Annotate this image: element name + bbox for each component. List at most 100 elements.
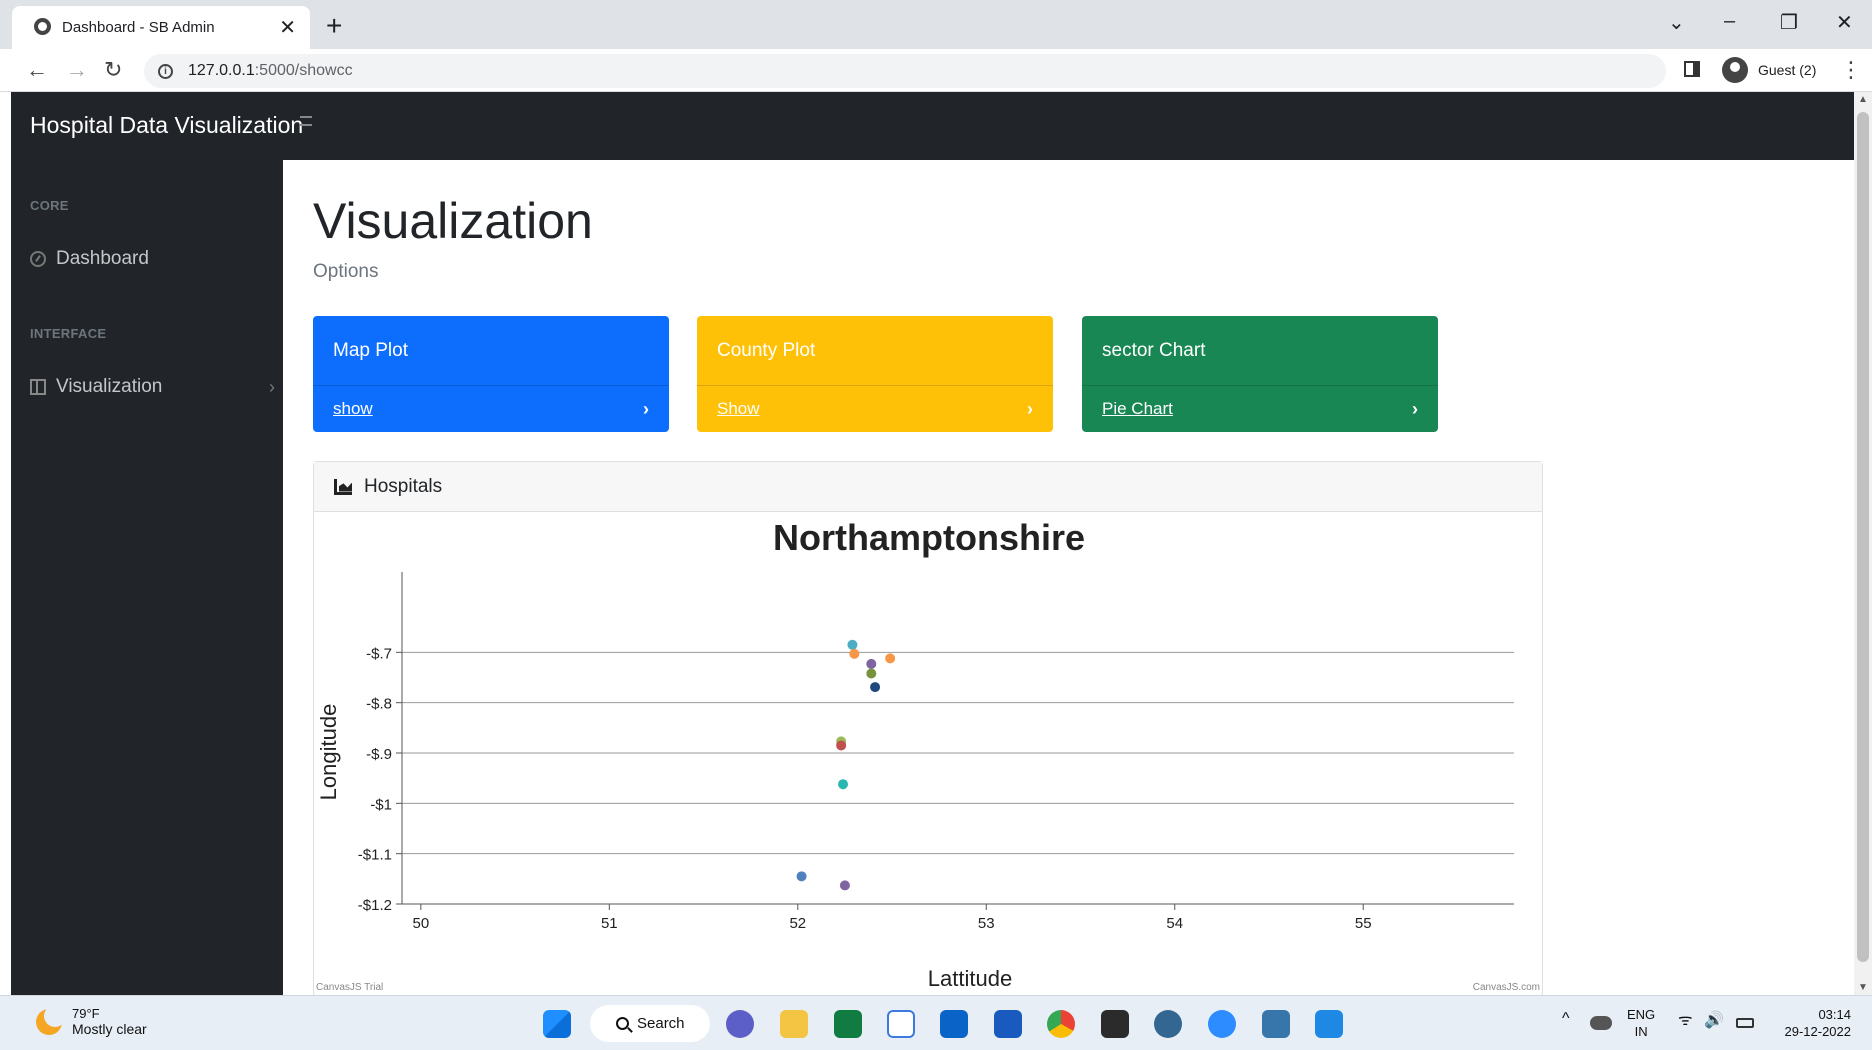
scatter-chart: Northamptonshire Longitude Lattitude Can… bbox=[316, 517, 1540, 993]
y-tick-label: -$1.2 bbox=[358, 897, 392, 914]
scroll-thumb[interactable] bbox=[1857, 112, 1869, 962]
chevron-right-icon: › bbox=[1412, 398, 1418, 419]
back-arrow-icon[interactable]: ← bbox=[26, 57, 48, 83]
pie-chart-link[interactable]: Pie Chart bbox=[1102, 399, 1173, 419]
canvasjs-link[interactable]: CanvasJS.com bbox=[1473, 982, 1540, 993]
scatter-point bbox=[870, 682, 881, 693]
excel-icon[interactable] bbox=[834, 1010, 862, 1038]
sidebar-toggle-icon[interactable] bbox=[300, 116, 312, 126]
battery-icon[interactable] bbox=[1736, 1018, 1754, 1028]
card-title: sector Chart bbox=[1082, 316, 1438, 386]
card-county-plot[interactable]: County Plot Show › bbox=[697, 316, 1053, 432]
word-icon[interactable] bbox=[994, 1010, 1022, 1038]
windows-start-icon[interactable] bbox=[543, 1010, 571, 1038]
scatter-point bbox=[866, 668, 877, 679]
scroll-down-icon[interactable]: ▼ bbox=[1858, 982, 1868, 993]
url-input[interactable]: i 127.0.0.1:5000/showcc bbox=[144, 54, 1666, 88]
scroll-up-icon[interactable]: ▲ bbox=[1858, 94, 1868, 105]
notepad-icon[interactable] bbox=[1315, 1010, 1343, 1038]
new-tab-icon[interactable]: + bbox=[326, 10, 342, 42]
site-info-icon[interactable]: i bbox=[158, 63, 173, 79]
terminal-icon[interactable] bbox=[1101, 1010, 1129, 1038]
y-tick-label: -$.8 bbox=[366, 696, 392, 713]
top-navbar: Hospital Data Visualization bbox=[11, 92, 1854, 160]
scatter-point bbox=[866, 658, 877, 669]
side-panel-icon[interactable] bbox=[1684, 61, 1700, 77]
zoom-icon[interactable] bbox=[1208, 1010, 1236, 1038]
browser-tabstrip: Dashboard - SB Admin ✕ + ⌄ – ❐ ✕ bbox=[0, 0, 1872, 49]
y-tick-label: -$1 bbox=[370, 796, 392, 813]
globe-icon bbox=[34, 18, 51, 35]
region-label: IN bbox=[1634, 1024, 1648, 1039]
file-explorer-icon[interactable] bbox=[780, 1010, 808, 1038]
page-scrollbar[interactable]: ▲ ▼ bbox=[1854, 92, 1872, 995]
language-label: ENG bbox=[1627, 1007, 1656, 1022]
microsoft-store-icon[interactable] bbox=[887, 1010, 915, 1038]
url-path: :5000/showcc bbox=[254, 62, 353, 79]
x-tick-label: 50 bbox=[413, 915, 430, 932]
main-content: Visualization Options Map Plot show › Co… bbox=[283, 160, 1854, 997]
chart-card-header: Hospitals bbox=[314, 462, 1542, 512]
page-title: Visualization bbox=[313, 193, 593, 249]
y-tick-label: -$.9 bbox=[366, 746, 392, 763]
scatter-point bbox=[849, 648, 860, 659]
tray-overflow-chevron-icon[interactable]: ^ bbox=[1562, 1010, 1570, 1027]
sidebar-item-label: Visualization bbox=[56, 376, 163, 397]
chevron-right-icon: › bbox=[643, 398, 649, 419]
moon-icon bbox=[36, 1004, 66, 1035]
search-icon bbox=[616, 1017, 629, 1030]
county-plot-show-link[interactable]: Show bbox=[717, 399, 760, 419]
scatter-point bbox=[796, 871, 807, 882]
sidebar: CORE Dashboard INTERFACE Visualization › bbox=[11, 160, 283, 995]
sidebar-item-visualization[interactable]: Visualization › bbox=[30, 376, 275, 398]
chevron-right-icon: › bbox=[1027, 398, 1033, 419]
mail-icon[interactable] bbox=[940, 1010, 968, 1038]
profile-button[interactable]: Guest (2) bbox=[1716, 54, 1830, 86]
postgresql-icon[interactable] bbox=[1154, 1010, 1182, 1038]
tab-title: Dashboard - SB Admin bbox=[62, 19, 215, 36]
clock[interactable]: 03:14 29-12-2022 bbox=[1775, 1006, 1852, 1040]
map-plot-show-link[interactable]: show bbox=[333, 399, 373, 419]
wifi-icon[interactable]: ᯤ bbox=[1678, 1012, 1693, 1029]
scatter-point bbox=[836, 740, 847, 751]
teams-chat-icon[interactable] bbox=[726, 1010, 754, 1038]
weather-temp: 79°F bbox=[72, 1006, 100, 1021]
reload-icon[interactable]: ↻ bbox=[104, 57, 122, 83]
minimize-icon[interactable]: – bbox=[1724, 10, 1735, 33]
sidebar-item-label: Dashboard bbox=[56, 248, 149, 269]
card-sector-chart[interactable]: sector Chart Pie Chart › bbox=[1082, 316, 1438, 432]
scatter-point bbox=[885, 653, 896, 664]
x-tick-label: 55 bbox=[1355, 915, 1372, 932]
browser-menu-icon[interactable]: ⋮ bbox=[1840, 57, 1862, 83]
weather-widget[interactable]: 79°F Mostly clear bbox=[36, 1004, 147, 1037]
chrome-icon[interactable] bbox=[1047, 1010, 1075, 1038]
onedrive-cloud-icon[interactable] bbox=[1590, 1016, 1612, 1030]
address-bar: ← → ↻ i 127.0.0.1:5000/showcc Guest (2) … bbox=[0, 49, 1872, 92]
y-tick-label: -$.7 bbox=[366, 645, 392, 662]
browser-tab[interactable]: Dashboard - SB Admin ✕ bbox=[12, 6, 310, 49]
language-indicator[interactable]: ENG IN bbox=[1627, 1006, 1655, 1040]
hospitals-chart-card: Hospitals Northamptonshire Longitude Lat… bbox=[313, 461, 1543, 997]
tab-search-chevron-icon[interactable]: ⌄ bbox=[1668, 10, 1685, 35]
sidebar-item-dashboard[interactable]: Dashboard bbox=[30, 248, 275, 270]
python-file-icon[interactable] bbox=[1262, 1010, 1290, 1038]
volume-icon[interactable]: 🔊 bbox=[1704, 1012, 1724, 1029]
restore-icon[interactable]: ❐ bbox=[1780, 10, 1798, 35]
card-map-plot[interactable]: Map Plot show › bbox=[313, 316, 669, 432]
y-tick-label: -$1.1 bbox=[358, 847, 392, 864]
sidebar-heading-core: CORE bbox=[30, 198, 69, 213]
avatar-icon bbox=[1722, 57, 1748, 83]
card-title: Map Plot bbox=[313, 316, 669, 386]
chevron-right-icon: › bbox=[269, 376, 275, 397]
card-title: County Plot bbox=[697, 316, 1053, 386]
navbar-brand[interactable]: Hospital Data Visualization bbox=[30, 112, 303, 139]
close-tab-icon[interactable]: ✕ bbox=[279, 15, 296, 40]
forward-arrow-icon[interactable]: → bbox=[66, 57, 88, 83]
scatter-point bbox=[838, 779, 849, 790]
canvasjs-trial-label: CanvasJS Trial bbox=[316, 982, 383, 993]
windows-taskbar: 79°F Mostly clear Search ^ ENG IN ᯤ 🔊 03… bbox=[0, 995, 1872, 1050]
taskbar-search[interactable]: Search bbox=[590, 1005, 710, 1042]
taskbar-search-label: Search bbox=[637, 1015, 685, 1032]
window-close-icon[interactable]: ✕ bbox=[1836, 10, 1853, 35]
columns-icon bbox=[30, 379, 46, 395]
